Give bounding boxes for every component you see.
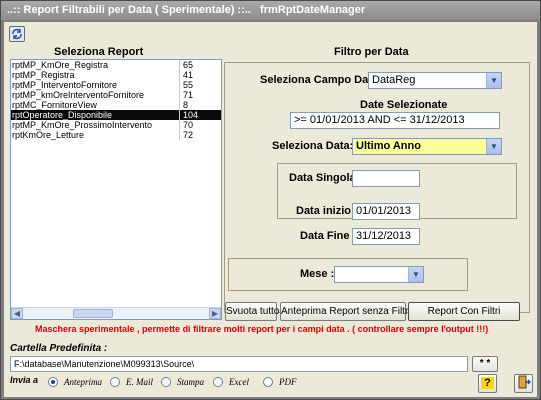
list-item[interactable]: rptMP_InterventoFornitore 55 [11, 80, 221, 90]
radio-excel-label: Excel [229, 377, 249, 387]
warning-message: Maschera sperimentale , permette di filt… [35, 324, 489, 334]
report-id: 8 [183, 100, 189, 110]
data-singola-label: Data Singola: [289, 172, 360, 184]
exit-button[interactable] [514, 374, 533, 393]
radio-anteprima[interactable] [48, 377, 58, 387]
list-item[interactable]: rptMP_kmOreInterventoFornitore 71 [11, 90, 221, 100]
browse-folder-button[interactable]: * * [472, 356, 498, 372]
report-name: rptMP_KmOre_Registra [12, 60, 109, 70]
scroll-left-icon[interactable]: ◀ [11, 308, 23, 319]
report-id: 72 [183, 130, 194, 140]
column-divider [179, 130, 180, 140]
campo-data-combo[interactable]: DataReg ▼ [368, 72, 502, 89]
radio-stampa[interactable] [161, 377, 171, 387]
list-item[interactable]: rptMP_KmOre_Registra 65 [11, 60, 221, 70]
radio-pdf-label: PDF [279, 377, 297, 387]
radio-email-label: E. Mail [126, 377, 153, 387]
mese-combo[interactable]: ▼ [334, 266, 424, 283]
app-window: ..:: Report Filtrabili per Data ( Sperim… [0, 0, 541, 400]
date-selezionate-field[interactable]: >= 01/01/2013 AND <= 31/12/2013 [290, 112, 500, 129]
radio-excel[interactable] [213, 377, 223, 387]
report-id: 41 [183, 70, 194, 80]
campo-data-label: Seleziona Campo Data : [260, 74, 385, 86]
column-divider [179, 110, 180, 120]
mese-label: Mese : [300, 268, 335, 280]
filter-header: Filtro per Data [334, 46, 409, 58]
list-item[interactable]: rptMP_KmOre_ProssimoIntervento 70 [11, 120, 221, 130]
column-divider [179, 120, 180, 130]
cartella-label: Cartella Predefinita : [10, 343, 108, 354]
column-divider [179, 100, 180, 110]
data-fine-label: Data Fine : [300, 230, 357, 242]
report-id: 65 [183, 60, 194, 70]
report-name: rptOperatore_Disponibile [12, 110, 113, 120]
report-name: rptKmOre_Letture [12, 130, 85, 140]
date-selezionate-label: Date Selezionate [360, 99, 448, 111]
report-name: rptMP_KmOre_ProssimoIntervento [12, 120, 153, 130]
campo-data-value: DataReg [372, 74, 416, 86]
chevron-down-icon[interactable]: ▼ [486, 73, 501, 88]
report-id: 55 [183, 80, 194, 90]
report-name: rptMP_InterventoFornitore [12, 80, 118, 90]
report-name: rptMC_FornitoreView [12, 100, 97, 110]
chevron-down-icon[interactable]: ▼ [486, 139, 501, 154]
column-divider [179, 90, 180, 100]
cartella-path-field[interactable]: F:\database\Manutenzione\M099313\Source\ [10, 356, 468, 372]
invia-label: Invia a [10, 375, 39, 385]
seleziona-data-value: Ultimo Anno [356, 140, 421, 152]
report-id: 71 [183, 90, 194, 100]
radio-pdf[interactable] [263, 377, 273, 387]
anteprima-senza-filtri-button[interactable]: Anteprima Report senza Filtri [280, 302, 411, 321]
radio-email[interactable] [110, 377, 120, 387]
column-divider [179, 60, 180, 70]
data-singola-field[interactable] [352, 170, 420, 187]
report-id: 104 [183, 110, 199, 120]
exit-door-icon [518, 375, 531, 389]
seleziona-data-label: Seleziona Data: [272, 140, 354, 152]
column-divider [179, 80, 180, 90]
seleziona-data-combo[interactable]: Ultimo Anno ▼ [352, 138, 502, 155]
radio-stampa-label: Stampa [177, 377, 204, 387]
chevron-down-icon[interactable]: ▼ [408, 267, 423, 282]
list-item[interactable]: rptMP_Registra 41 [11, 70, 221, 80]
svuota-tutto-button[interactable]: Svuota tutto [225, 302, 279, 321]
question-mark-icon: ? [481, 377, 494, 389]
refresh-icon[interactable] [9, 26, 25, 42]
list-item[interactable]: rptOperatore_Disponibile 104 [11, 110, 221, 120]
report-name: rptMP_kmOreInterventoFornitore [12, 90, 145, 100]
report-name: rptMP_Registra [12, 70, 75, 80]
help-button[interactable]: ? [478, 374, 497, 393]
data-fine-field[interactable]: 31/12/2013 [352, 228, 420, 245]
report-listbox[interactable]: rptMP_KmOre_Registra 65 rptMP_Registra 41 rp… [10, 59, 222, 320]
report-id: 70 [183, 120, 194, 130]
form-client-area: Seleziona Report Filtro per Data rptMP_K… [4, 22, 537, 397]
scroll-right-icon[interactable]: ▶ [209, 308, 221, 319]
radio-anteprima-label: Anteprima [64, 377, 102, 387]
scroll-thumb[interactable] [73, 309, 113, 318]
data-inizio-field[interactable]: 01/01/2013 [352, 203, 420, 220]
window-title: ..:: Report Filtrabili per Data ( Sperim… [1, 1, 540, 20]
list-item[interactable]: rptMC_FornitoreView 8 [11, 100, 221, 110]
report-list-header: Seleziona Report [54, 46, 144, 58]
data-inizio-label: Data inizio : [296, 205, 358, 217]
report-con-filtri-button[interactable]: Report Con Filtri [408, 302, 520, 321]
list-item[interactable]: rptKmOre_Letture 72 [11, 130, 221, 140]
list-horizontal-scrollbar[interactable]: ◀ ▶ [11, 307, 221, 319]
column-divider [179, 70, 180, 80]
